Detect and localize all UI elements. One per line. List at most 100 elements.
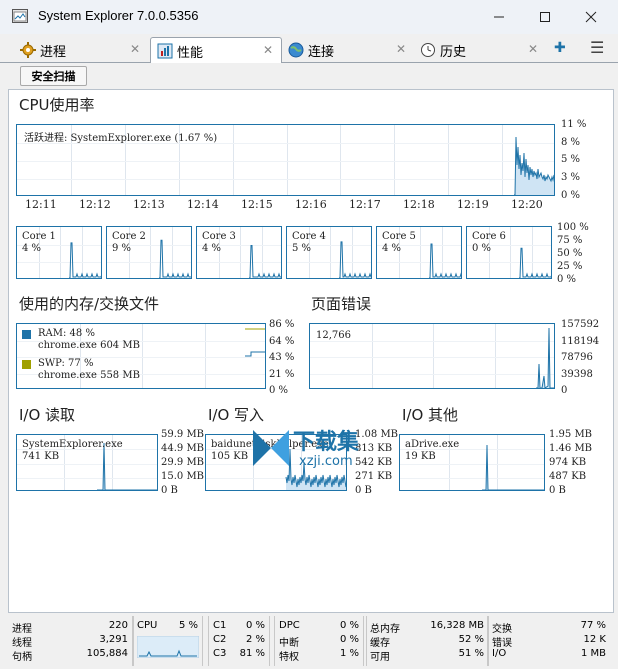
close-icon bbox=[585, 11, 597, 23]
page-faults-value: 12,766 bbox=[316, 330, 351, 341]
cpu-time-label: 12:19 bbox=[457, 198, 489, 211]
app-icon bbox=[12, 9, 28, 23]
cpu-time-label: 12:14 bbox=[187, 198, 219, 211]
privileged-value: 1 % bbox=[339, 648, 359, 659]
tab-history[interactable]: 历史 ✕ bbox=[420, 37, 546, 63]
minimize-icon bbox=[494, 16, 504, 18]
cpu-time-label: 12:18 bbox=[403, 198, 435, 211]
core-usage-line bbox=[519, 247, 551, 278]
available-value: 51 % bbox=[458, 648, 484, 659]
io-read-value: 741 KB bbox=[22, 451, 60, 462]
menu-icon[interactable]: ☰ bbox=[590, 38, 604, 57]
core-value: 0 % bbox=[472, 243, 492, 254]
core-usage-line bbox=[69, 242, 101, 278]
interrupt-value: 0 % bbox=[339, 634, 359, 645]
core-name: Core 3 bbox=[202, 231, 236, 242]
ram-label: RAM: 48 % bbox=[38, 328, 95, 339]
tab-connections[interactable]: 连接 ✕ bbox=[288, 37, 414, 63]
tab-bar: 进程 ✕ 性能 ✕ 连接 ✕ 历史 ✕ ✚ ☰ bbox=[0, 34, 618, 64]
clock-icon bbox=[421, 43, 435, 57]
tab-label: 历史 bbox=[440, 44, 467, 60]
tab-close-icon[interactable]: ✕ bbox=[396, 42, 406, 56]
core-value: 4 % bbox=[202, 243, 222, 254]
core-ytick: 100 % bbox=[557, 222, 589, 233]
io-read-line-area bbox=[97, 443, 157, 490]
cpu-time-label: 12:12 bbox=[79, 198, 111, 211]
gear-icon bbox=[20, 42, 36, 58]
memory-ytick: 0 % bbox=[269, 385, 289, 396]
core-usage-line bbox=[249, 245, 281, 278]
c1-value: 0 % bbox=[245, 620, 265, 631]
close-button[interactable] bbox=[568, 0, 614, 34]
security-scan-button[interactable]: 安全扫描 bbox=[20, 66, 87, 86]
status-group-cpu: CPU 5 % bbox=[133, 616, 203, 666]
core-value: 9 % bbox=[112, 243, 132, 254]
status-group-dpc: DPC 0 % 中断 0 % 特权 1 % bbox=[274, 616, 364, 666]
cpu-ytick: 3 % bbox=[561, 172, 581, 183]
memory-ytick: 64 % bbox=[269, 336, 295, 347]
core-graph: Core 14 % bbox=[16, 226, 102, 279]
cpu-time-label: 12:11 bbox=[25, 198, 57, 211]
title-bar: System Explorer 7.0.0.5356 bbox=[0, 0, 618, 34]
processes-label: 进程 bbox=[12, 624, 32, 635]
tab-label: 连接 bbox=[308, 44, 335, 60]
io-read-ytick: 15.0 MB bbox=[161, 471, 205, 482]
status-bar: 进程 220 线程 3,291 句柄 105,884 CPU 5 % C1 0 … bbox=[8, 616, 614, 666]
available-label: 可用 bbox=[370, 652, 390, 663]
cpu-usage-graph: 活跃进程: SystemExplorer.exe (1.67 %) bbox=[16, 124, 555, 196]
io-read-ytick: 0 B bbox=[161, 485, 178, 496]
core-graph: Core 29 % bbox=[106, 226, 192, 279]
total-memory-value: 16,328 MB bbox=[430, 620, 484, 631]
tab-performance[interactable]: 性能 ✕ bbox=[150, 37, 282, 64]
c3-label: C3 bbox=[213, 648, 227, 659]
tab-close-icon[interactable]: ✕ bbox=[130, 42, 140, 56]
core-graph: Core 45 % bbox=[286, 226, 372, 279]
core-name: Core 2 bbox=[112, 231, 146, 242]
page-faults-line-area bbox=[536, 328, 554, 388]
total-memory-label: 总内存 bbox=[370, 624, 400, 635]
cpu-ytick: 11 % bbox=[561, 119, 587, 130]
swp-top-process: chrome.exe 558 MB bbox=[38, 370, 140, 381]
tab-processes[interactable]: 进程 ✕ bbox=[20, 37, 148, 63]
io-write-ytick: 0 B bbox=[355, 485, 372, 496]
io-read-line bbox=[97, 442, 157, 490]
page-faults-title: 页面错误 bbox=[311, 295, 372, 313]
core-graph: Core 54 % bbox=[376, 226, 462, 279]
core-name: Core 6 bbox=[472, 231, 506, 242]
tab-label: 进程 bbox=[40, 44, 67, 60]
add-tab-icon[interactable]: ✚ bbox=[554, 40, 566, 56]
memory-graph: RAM: 48 % chrome.exe 604 MB SWP: 77 % ch… bbox=[16, 323, 266, 389]
watermark-logo-icon bbox=[253, 430, 289, 466]
core-value: 5 % bbox=[292, 243, 312, 254]
memory-ytick: 86 % bbox=[269, 319, 295, 330]
performance-icon bbox=[157, 43, 173, 59]
dpc-value: 0 % bbox=[339, 620, 359, 631]
tab-close-icon[interactable]: ✕ bbox=[263, 43, 273, 57]
io-read-graph: SystemExplorer.exe 741 KB bbox=[16, 434, 158, 491]
minimize-button[interactable] bbox=[476, 0, 522, 34]
watermark: 下载集 xzji.com bbox=[249, 420, 389, 480]
io-other-ytick: 1.46 MB bbox=[549, 443, 593, 454]
cpu-time-label: 12:20 bbox=[511, 198, 543, 211]
tab-close-icon[interactable]: ✕ bbox=[528, 42, 538, 56]
cpu-ytick: 0 % bbox=[561, 190, 581, 201]
page-faults-ytick: 39398 bbox=[561, 369, 593, 380]
io-other-line-area bbox=[482, 445, 544, 490]
page-faults-graph: 12,766 bbox=[309, 323, 555, 389]
core-ytick: 50 % bbox=[557, 248, 583, 259]
ram-usage-line bbox=[245, 351, 265, 357]
cpu-time-label: 12:16 bbox=[295, 198, 327, 211]
cache-label: 缓存 bbox=[370, 638, 390, 649]
c3-value: 81 % bbox=[239, 648, 265, 659]
page-faults-ytick: 118194 bbox=[561, 336, 600, 347]
io-read-ytick: 59.9 MB bbox=[161, 429, 205, 440]
cpu-time-label: 12:13 bbox=[133, 198, 165, 211]
maximize-button[interactable] bbox=[522, 0, 568, 34]
cpu-mini-graph-bg bbox=[137, 636, 199, 658]
core-name: Core 5 bbox=[382, 231, 416, 242]
io-read-ytick: 44.9 MB bbox=[161, 443, 205, 454]
io-label: I/O bbox=[492, 648, 507, 659]
cpu-ytick: 8 % bbox=[561, 137, 581, 148]
page-faults-ytick: 157592 bbox=[561, 319, 600, 330]
errors-label: 错误 bbox=[492, 638, 512, 649]
